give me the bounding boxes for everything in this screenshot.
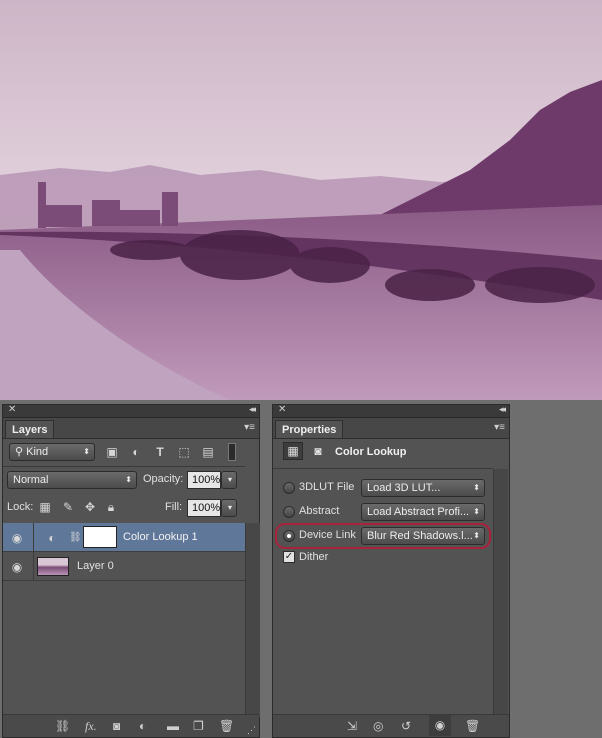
fill-label: Fill: [165, 501, 183, 513]
row-divider [33, 523, 34, 551]
layer-row-color-lookup[interactable]: ◉ ◐ ⛓ Color Lookup 1 [3, 523, 245, 552]
grid-adjustment-icon[interactable]: ▦ [283, 442, 303, 460]
properties-scrollbar[interactable] [493, 469, 508, 717]
new-layer-icon[interactable]: ❐ [193, 719, 204, 733]
layer-name[interactable]: Color Lookup 1 [123, 531, 198, 543]
close-icon[interactable]: ✕ [8, 404, 16, 415]
image-filter-icon[interactable]: ▣ [105, 445, 119, 459]
layers-scrollbar[interactable] [245, 523, 260, 717]
fill-field[interactable]: 100% [187, 499, 221, 517]
search-icon: ⚲ [15, 446, 24, 458]
reset-icon[interactable]: ↺ [401, 719, 411, 733]
layers-tabrow: Layers ▾≡ [3, 418, 259, 439]
panel-menu-icon[interactable]: ▾≡ [244, 422, 255, 433]
collapse-icon[interactable]: ◂◂ [249, 404, 256, 415]
layer-thumbnail[interactable] [37, 557, 69, 576]
folder-icon[interactable]: ▬ [167, 719, 179, 733]
chevron-down-icon: ▾ [227, 503, 232, 512]
lock-all-icon[interactable]: 🔒︎ [105, 500, 117, 514]
properties-title: Color Lookup [335, 446, 407, 458]
radio-device-link[interactable] [283, 530, 295, 542]
type-filter-icon[interactable]: T [153, 445, 167, 459]
lock-position-icon[interactable]: ✥ [83, 500, 97, 514]
adjustment-layer-icon: ◐ [48, 531, 56, 545]
radio-3dlut-file[interactable] [283, 482, 295, 494]
trash-icon[interactable]: 🗑︎ [465, 719, 480, 733]
3dlut-value: Load 3D LUT... [367, 482, 441, 494]
layer-row-layer-0[interactable]: ◉ Layer 0 [3, 552, 245, 581]
updown-icon: ⬍ [473, 483, 480, 492]
option-label-device-link: Device Link [299, 529, 356, 541]
device-link-value: Blur Red Shadows.l... [367, 530, 473, 542]
trash-icon[interactable]: 🗑︎ [219, 719, 234, 733]
layers-footer: ⛓ fx. ◙ ◐ ▬ ❐ 🗑︎ ⋰ [3, 714, 259, 737]
link-icon[interactable]: ⛓ [69, 531, 82, 545]
3dlut-dropdown[interactable]: Load 3D LUT... ⬍ [361, 479, 485, 497]
dither-label: Dither [299, 551, 329, 563]
mask-icon[interactable]: ◙ [309, 443, 327, 459]
layer-name[interactable]: Layer 0 [77, 560, 114, 572]
properties-titlebar: ✕ ◂◂ [273, 404, 509, 418]
updown-icon: ⬍ [125, 475, 132, 484]
opacity-dropdown-button[interactable]: ▾ [221, 471, 237, 489]
filter-kind-dropdown[interactable]: ⚲ Kind ⬍ [9, 443, 95, 461]
filter-toggle[interactable] [228, 443, 236, 461]
properties-panel: ✕ ◂◂ Properties ▾≡ ▦ ◙ Color Lookup 3DLU… [272, 404, 510, 738]
filter-kind-label: Kind [26, 446, 49, 458]
shape-filter-icon[interactable]: ⬚ [177, 445, 191, 459]
fill-dropdown-button[interactable]: ▾ [221, 499, 237, 517]
lock-brush-icon[interactable]: ✎ [61, 500, 75, 514]
radio-abstract[interactable] [283, 506, 295, 518]
tab-properties[interactable]: Properties [275, 420, 344, 438]
updown-icon: ⬍ [83, 447, 90, 456]
close-icon[interactable]: ✕ [278, 404, 286, 415]
resize-grip-icon[interactable]: ⋰ [247, 723, 256, 737]
divider [3, 466, 245, 467]
option-label-3dlut: 3DLUT File [299, 481, 355, 493]
eye-icon[interactable]: ◉ [9, 531, 25, 545]
view-previous-icon[interactable]: ◎ [373, 719, 383, 733]
fx-icon[interactable]: fx. [85, 719, 97, 733]
desert-photo [0, 0, 602, 400]
dither-checkbox[interactable]: ✓ [283, 551, 295, 563]
layers-panel: ✕ ◂◂ Layers ▾≡ ⚲ Kind ⬍ ▣ ◐ T ⬚ ▤ Normal… [2, 404, 260, 738]
updown-icon: ⬍ [473, 507, 480, 516]
lock-label: Lock: [7, 501, 34, 513]
option-label-abstract: Abstract [299, 505, 340, 517]
opacity-label: Opacity: [143, 473, 184, 485]
adjustment-filter-icon[interactable]: ◐ [129, 445, 143, 459]
add-mask-icon[interactable]: ◙ [113, 719, 120, 733]
panel-menu-icon[interactable]: ▾≡ [494, 422, 505, 433]
tab-layers[interactable]: Layers [5, 420, 55, 438]
blend-mode-value: Normal [13, 474, 49, 486]
opacity-field[interactable]: 100% [187, 471, 221, 489]
canvas-image [0, 0, 602, 400]
properties-tabrow: Properties ▾≡ [273, 418, 509, 439]
layers-titlebar: ✕ ◂◂ [3, 404, 259, 418]
clip-to-layer-icon[interactable]: ⇲ [347, 719, 357, 733]
row-divider [33, 552, 34, 580]
blend-mode-dropdown[interactable]: Normal ⬍ [7, 471, 137, 489]
link-layers-icon[interactable]: ⛓ [55, 719, 70, 733]
device-link-dropdown[interactable]: Blur Red Shadows.l... ⬍ [361, 527, 485, 545]
updown-icon: ⬍ [473, 531, 480, 540]
collapse-icon[interactable]: ◂◂ [499, 404, 506, 415]
abstract-dropdown[interactable]: Load Abstract Profi... ⬍ [361, 503, 485, 521]
layer-mask-thumbnail[interactable] [83, 526, 117, 548]
visibility-eye-icon[interactable]: ◉ [429, 715, 451, 736]
smart-object-filter-icon[interactable]: ▤ [201, 445, 215, 459]
abstract-value: Load Abstract Profi... [367, 506, 470, 518]
lock-transparent-icon[interactable]: ▦ [39, 500, 51, 514]
properties-footer: ⇲ ◎ ↺ ◉ 🗑︎ [273, 714, 509, 737]
chevron-down-icon: ▾ [227, 475, 232, 484]
divider [273, 468, 493, 469]
eye-icon[interactable]: ◉ [9, 560, 25, 574]
adjustment-icon[interactable]: ◐ [139, 719, 146, 733]
